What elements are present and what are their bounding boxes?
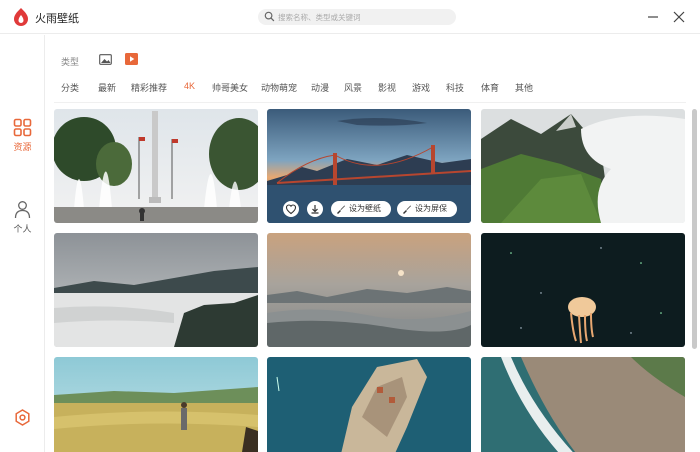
wallpaper-grid: 设为壁纸 设为屏保: [54, 109, 686, 452]
download-button[interactable]: [307, 201, 323, 217]
wallpaper-tile-ocean-shore[interactable]: [481, 357, 685, 452]
category-other[interactable]: 其他: [515, 81, 533, 94]
sidebar-item-label: 个人: [13, 224, 32, 234]
wallpaper-image: [54, 109, 258, 223]
category-label: 分类: [61, 83, 80, 93]
sidebar: 资源 个人: [0, 35, 45, 452]
wallpaper-tile-wheat-field[interactable]: [54, 357, 258, 452]
category-landscape[interactable]: 风景: [344, 81, 362, 94]
wallpaper-tile-coastal-fort[interactable]: [267, 357, 471, 452]
wallpaper-tile-misty-hills[interactable]: [54, 233, 258, 347]
wallpaper-image: [481, 357, 685, 452]
search-box[interactable]: [258, 9, 456, 25]
tile-hover-actions: 设为壁纸 设为屏保: [267, 195, 471, 223]
scrollbar[interactable]: [692, 109, 697, 349]
video-icon[interactable]: [125, 53, 138, 65]
category-featured[interactable]: 精彩推荐: [131, 81, 167, 94]
wallpaper-image: [481, 233, 685, 347]
category-sports[interactable]: 体育: [481, 81, 499, 94]
wallpaper-tile-mountain[interactable]: [481, 109, 685, 223]
search-input[interactable]: [278, 11, 448, 23]
wallpaper-tile-fountain[interactable]: [54, 109, 258, 223]
heart-icon: [285, 204, 297, 215]
type-label: 类型: [61, 57, 80, 67]
category-games[interactable]: 游戏: [412, 81, 430, 94]
sidebar-item-personal[interactable]: 个人: [0, 194, 45, 238]
brush-icon: [337, 205, 345, 214]
settings-icon[interactable]: [14, 409, 31, 426]
category-people[interactable]: 帅哥美女: [212, 81, 248, 94]
category-anime[interactable]: 动漫: [311, 81, 329, 94]
set-wallpaper-button[interactable]: 设为壁纸: [331, 201, 391, 217]
title-bar: 火雨壁纸: [0, 0, 700, 34]
category-movies[interactable]: 影视: [378, 81, 396, 94]
category-4k[interactable]: 4K: [184, 81, 195, 91]
category-latest[interactable]: 最新: [98, 81, 116, 94]
brush-icon: [403, 205, 411, 214]
favorite-button[interactable]: [283, 201, 299, 217]
app-title: 火雨壁纸: [35, 13, 79, 25]
set-screensaver-label: 设为屏保: [415, 204, 447, 213]
wallpaper-image: [481, 109, 685, 223]
wallpaper-image: [267, 357, 471, 452]
wallpaper-tile-bridge[interactable]: 设为壁纸 设为屏保: [267, 109, 471, 223]
divider: [54, 102, 686, 103]
app-logo-icon: [14, 8, 28, 26]
download-icon: [311, 205, 319, 214]
wallpaper-image: [54, 233, 258, 347]
wallpaper-image: [267, 233, 471, 347]
wallpaper-tile-foggy-sunrise[interactable]: [267, 233, 471, 347]
category-pets[interactable]: 动物萌宠: [261, 81, 297, 94]
search-icon[interactable]: [264, 11, 275, 22]
person-icon: [14, 201, 31, 219]
wallpaper-tile-jellyfish[interactable]: [481, 233, 685, 347]
category-tech[interactable]: 科技: [446, 81, 464, 94]
minimize-icon[interactable]: [646, 10, 660, 24]
set-screensaver-button[interactable]: 设为屏保: [397, 201, 457, 217]
sidebar-item-label: 资源: [13, 142, 32, 152]
grid-icon: [13, 118, 32, 137]
image-icon[interactable]: [99, 54, 112, 65]
sidebar-item-resources[interactable]: 资源: [0, 112, 45, 156]
set-wallpaper-label: 设为壁纸: [349, 204, 381, 213]
wallpaper-image: [54, 357, 258, 452]
close-icon[interactable]: [672, 10, 686, 24]
category-tabs: 分类 最新 精彩推荐 4K 帅哥美女 动物萌宠 动漫 风景 影视 游戏 科技 体…: [61, 81, 681, 95]
